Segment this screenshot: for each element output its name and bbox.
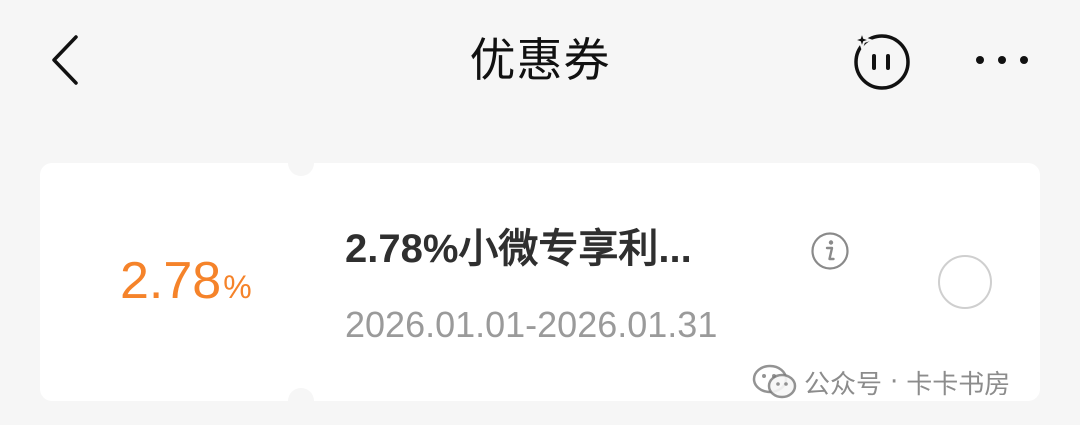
nav-bar: 优惠券	[0, 0, 1080, 125]
coupon-notch-bottom	[288, 388, 314, 414]
smiley-face-icon	[850, 28, 910, 90]
info-icon	[811, 232, 849, 270]
coupon-name: 2.78%小微专享利...	[345, 227, 692, 271]
wechat-icon	[752, 364, 797, 399]
watermark: 公众号 · 卡卡书房	[752, 362, 1010, 402]
watermark-account: 卡卡书房	[906, 369, 1011, 400]
coupon-info-button[interactable]	[810, 231, 850, 271]
coupon-rate: 2.78%	[120, 251, 252, 317]
coupon-notch-top	[288, 150, 314, 176]
coupon-date-range: 2026.01.01-2026.01.31	[345, 304, 718, 345]
more-button[interactable]	[970, 40, 1034, 80]
page-title: 优惠券	[469, 33, 611, 87]
watermark-separator: ·	[890, 367, 899, 397]
assistant-button[interactable]	[848, 28, 914, 92]
more-dots-icon	[976, 56, 1028, 64]
coupon-rate-unit: %	[223, 269, 252, 305]
coupon-rate-value: 2.78	[120, 252, 222, 310]
coupon-select-radio[interactable]	[938, 255, 992, 309]
watermark-label: 公众号	[804, 369, 883, 400]
